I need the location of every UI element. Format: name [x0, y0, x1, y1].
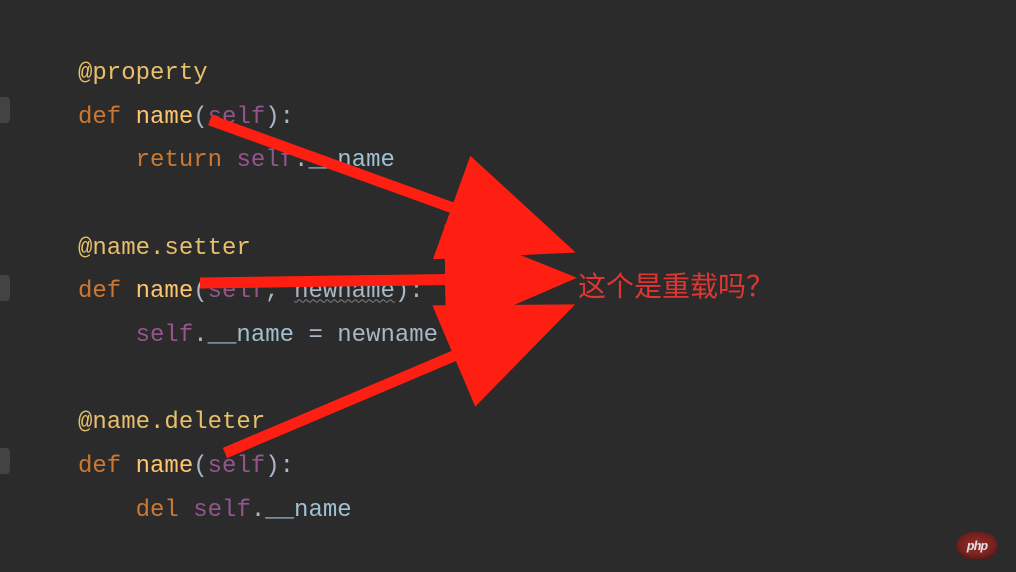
self-token: self	[193, 497, 251, 524]
identifier-token: newname	[337, 322, 438, 349]
function-name-token: name	[136, 453, 194, 480]
code-line: self.__name = newname	[78, 314, 438, 358]
punct-token: .	[251, 497, 265, 524]
code-line: del self.__name	[78, 489, 438, 533]
code-line: @name.setter	[78, 227, 438, 271]
code-line: return self.__name	[78, 139, 438, 183]
member-token: __name	[308, 147, 394, 174]
code-line: @name.deleter	[78, 401, 438, 445]
self-token: self	[208, 453, 266, 480]
annotation-text: 这个是重载吗？	[578, 265, 774, 305]
keyword-token: def	[78, 453, 121, 480]
punct-token: .	[193, 322, 207, 349]
code-line: @property	[78, 52, 438, 96]
member-token: __name	[265, 497, 351, 524]
code-line: def name(self, newname):	[78, 270, 438, 314]
code-editor: @property def name(self): return self.__…	[78, 52, 438, 532]
keyword-token: del	[136, 497, 179, 524]
paren-token: (	[193, 278, 207, 305]
keyword-token: def	[78, 104, 121, 131]
self-token: self	[136, 322, 194, 349]
code-line: def name(self):	[78, 445, 438, 489]
paren-token: (	[193, 104, 207, 131]
blank-line	[78, 183, 438, 227]
paren-token: ):	[265, 104, 294, 131]
self-token: self	[208, 278, 266, 305]
decorator-token: @property	[78, 60, 208, 87]
paren-token: ):	[265, 453, 294, 480]
keyword-token: def	[78, 278, 121, 305]
punct-token: =	[294, 322, 337, 349]
self-token: self	[208, 104, 266, 131]
param-token: newname	[294, 278, 395, 305]
keyword-token: return	[136, 147, 222, 174]
blank-line	[78, 358, 438, 402]
php-logo-icon: php	[956, 532, 998, 560]
paren-token: ):	[395, 278, 424, 305]
decorator-token: @name.setter	[78, 235, 251, 262]
function-name-token: name	[136, 104, 194, 131]
function-name-token: name	[136, 278, 194, 305]
punct-token: ,	[265, 278, 294, 305]
paren-token: (	[193, 453, 207, 480]
decorator-token: @name.deleter	[78, 409, 265, 436]
member-token: __name	[208, 322, 294, 349]
watermark: php	[956, 532, 1004, 560]
gutter-marker	[0, 97, 10, 123]
punct-token: .	[294, 147, 308, 174]
code-line: def name(self):	[78, 96, 438, 140]
self-token: self	[236, 147, 294, 174]
gutter-marker	[0, 448, 10, 474]
gutter-marker	[0, 275, 10, 301]
